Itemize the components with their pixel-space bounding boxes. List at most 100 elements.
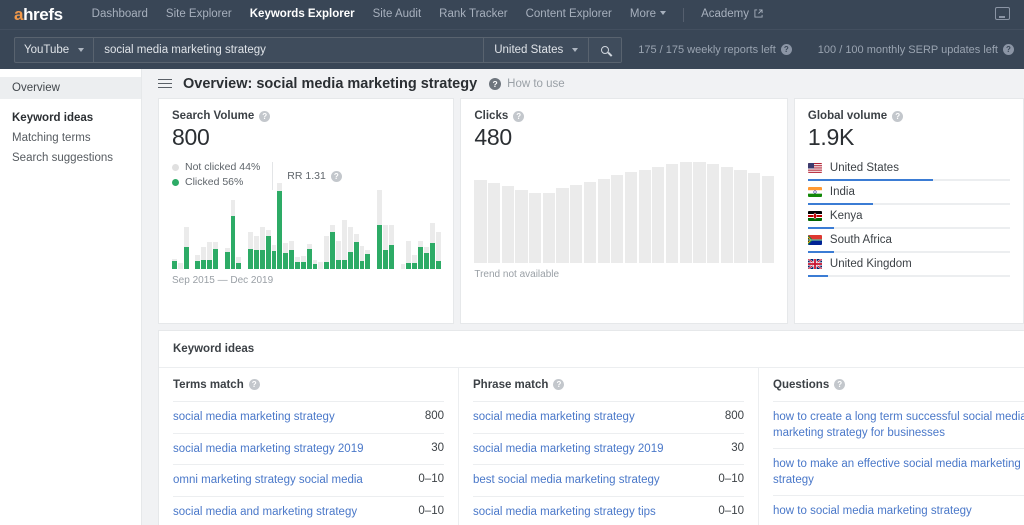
bar-segment-not-clicked bbox=[318, 262, 323, 269]
country-volume-list: United StatesIndia Kenya South Africa Unite… bbox=[795, 151, 1023, 277]
keyword-row: social media marketing strategy800 bbox=[473, 401, 744, 433]
nav-item-content-explorer[interactable]: Content Explorer bbox=[517, 0, 621, 29]
chart-bar bbox=[231, 200, 236, 269]
label-text: Clicks bbox=[474, 110, 508, 122]
chart-bar bbox=[625, 172, 637, 263]
country-row[interactable]: United Kingdom bbox=[795, 253, 1023, 277]
sidebar-item-matching-terms[interactable]: Matching terms bbox=[0, 128, 141, 148]
column-header: Phrase match? bbox=[473, 368, 744, 401]
nav-item-more[interactable]: More bbox=[621, 0, 675, 29]
sidebar-item-search-suggestions[interactable]: Search suggestions bbox=[0, 148, 141, 168]
country-name: United Kingdom bbox=[830, 258, 912, 270]
country-row[interactable]: United States bbox=[795, 157, 1023, 181]
keyword-row: social media and marketing strategy0–10 bbox=[173, 496, 444, 525]
keyword-link[interactable]: social media marketing strategy bbox=[473, 410, 635, 426]
keyword-link[interactable]: omni marketing strategy social media bbox=[173, 473, 363, 489]
bar-segment-not-clicked bbox=[248, 232, 253, 249]
search-volume-caption: Sep 2015 — Dec 2019 bbox=[159, 269, 453, 286]
help-icon[interactable]: ? bbox=[259, 111, 270, 122]
return-rate-value: RR 1.31 bbox=[287, 170, 326, 182]
bar-segment-clicked bbox=[266, 236, 271, 269]
monitor-icon[interactable] bbox=[995, 7, 1010, 20]
hamburger-icon[interactable] bbox=[158, 76, 172, 91]
keyword-ideas-panel: Keyword ideas Terms match?social media m… bbox=[158, 330, 1024, 525]
chart-bar bbox=[289, 241, 294, 269]
chart-bar bbox=[598, 179, 610, 264]
chart-bar bbox=[401, 264, 406, 269]
help-icon[interactable]: ? bbox=[1003, 44, 1014, 55]
bar-segment-not-clicked bbox=[348, 227, 353, 252]
chart-bar bbox=[318, 262, 323, 269]
bar-segment-not-clicked bbox=[436, 232, 441, 262]
keyword-ideas-title: Keyword ideas bbox=[159, 331, 1024, 367]
nav-divider bbox=[683, 8, 684, 22]
keyword-link[interactable]: how to make an effective social media ma… bbox=[773, 457, 1024, 488]
chart-bar bbox=[295, 257, 300, 269]
search-button[interactable] bbox=[589, 38, 621, 62]
help-icon[interactable]: ? bbox=[781, 44, 792, 55]
chart-bar bbox=[436, 232, 441, 269]
country-volume-bar bbox=[808, 227, 834, 229]
bar-segment-clicked bbox=[307, 249, 312, 269]
help-icon[interactable]: ? bbox=[331, 171, 342, 182]
chart-bar bbox=[707, 164, 719, 263]
keyword-link[interactable]: social media marketing strategy bbox=[173, 410, 335, 426]
keyword-link[interactable]: social media marketing strategy 2019 bbox=[473, 442, 664, 458]
bar-segment-clicked bbox=[389, 245, 394, 269]
chart-bar bbox=[734, 170, 746, 263]
nav-item-keywords-explorer[interactable]: Keywords Explorer bbox=[241, 0, 364, 29]
country-row[interactable]: South Africa bbox=[795, 229, 1023, 253]
nav-item-site-explorer[interactable]: Site Explorer bbox=[157, 0, 241, 29]
help-icon[interactable]: ? bbox=[513, 111, 524, 122]
top-navigation-bar: ahrefs Dashboard Site Explorer Keywords … bbox=[0, 0, 1024, 29]
keyword-link[interactable]: social media marketing strategy 2019 bbox=[173, 442, 364, 458]
nav-item-rank-tracker[interactable]: Rank Tracker bbox=[430, 0, 516, 29]
serp-updates-text: 100 / 100 monthly SERP updates left bbox=[818, 44, 998, 56]
sidebar-item-label: Overview bbox=[12, 82, 60, 94]
keyword-row: how to make an effective social media ma… bbox=[773, 448, 1024, 495]
keyword-ideas-column-phrase-match: Phrase match?social media marketing stra… bbox=[459, 368, 759, 525]
help-icon[interactable]: ? bbox=[553, 379, 564, 390]
bar-segment-clicked bbox=[301, 262, 306, 269]
ahrefs-logo[interactable]: ahrefs bbox=[14, 6, 63, 23]
bar-segment-clicked bbox=[360, 261, 365, 269]
bar-segment-not-clicked bbox=[330, 225, 335, 232]
country-row[interactable]: India bbox=[795, 181, 1023, 205]
keyword-search-input[interactable] bbox=[94, 38, 483, 62]
country-volume-track bbox=[808, 251, 1010, 253]
country-select[interactable]: United States bbox=[484, 38, 588, 62]
bar-segment-clicked bbox=[254, 250, 259, 270]
keyword-link[interactable]: best social media marketing strategy bbox=[473, 473, 660, 489]
chart-bar bbox=[652, 167, 664, 263]
nav-label: Academy bbox=[701, 8, 749, 20]
how-to-use-link[interactable]: ? How to use bbox=[489, 78, 565, 90]
keyword-link[interactable]: social media and marketing strategy bbox=[173, 505, 357, 521]
bar-segment-not-clicked bbox=[277, 183, 282, 191]
help-icon[interactable]: ? bbox=[249, 379, 260, 390]
legend-divider bbox=[272, 162, 273, 190]
return-rate: RR 1.31 ? bbox=[287, 170, 342, 182]
country-volume-bar bbox=[808, 203, 873, 205]
country-name: Kenya bbox=[830, 210, 863, 222]
nav-item-academy[interactable]: Academy bbox=[692, 0, 772, 29]
keyword-link[interactable]: how to create a long term successful soc… bbox=[773, 410, 1024, 441]
keyword-ideas-columns: Terms match?social media marketing strat… bbox=[159, 367, 1024, 525]
bar-segment-clicked bbox=[418, 247, 423, 269]
help-icon[interactable]: ? bbox=[834, 379, 845, 390]
bar-segment-clicked bbox=[424, 253, 429, 269]
clicks-value: 480 bbox=[474, 124, 774, 151]
help-icon[interactable]: ? bbox=[892, 111, 903, 122]
sidebar-item-overview[interactable]: Overview bbox=[0, 77, 141, 99]
bar-segment-not-clicked bbox=[207, 242, 212, 261]
search-engine-select[interactable]: YouTube bbox=[15, 38, 93, 62]
nav-item-site-audit[interactable]: Site Audit bbox=[364, 0, 431, 29]
clicks-chart bbox=[474, 151, 774, 263]
nav-item-dashboard[interactable]: Dashboard bbox=[83, 0, 157, 29]
chart-bar bbox=[377, 190, 382, 269]
bar-segment-clicked bbox=[207, 260, 212, 269]
chart-bar bbox=[272, 245, 277, 269]
keyword-link[interactable]: how to social media marketing strategy bbox=[773, 504, 972, 520]
keyword-link[interactable]: social media marketing strategy tips bbox=[473, 505, 656, 521]
bar-segment-clicked bbox=[330, 232, 335, 269]
country-row[interactable]: Kenya bbox=[795, 205, 1023, 229]
